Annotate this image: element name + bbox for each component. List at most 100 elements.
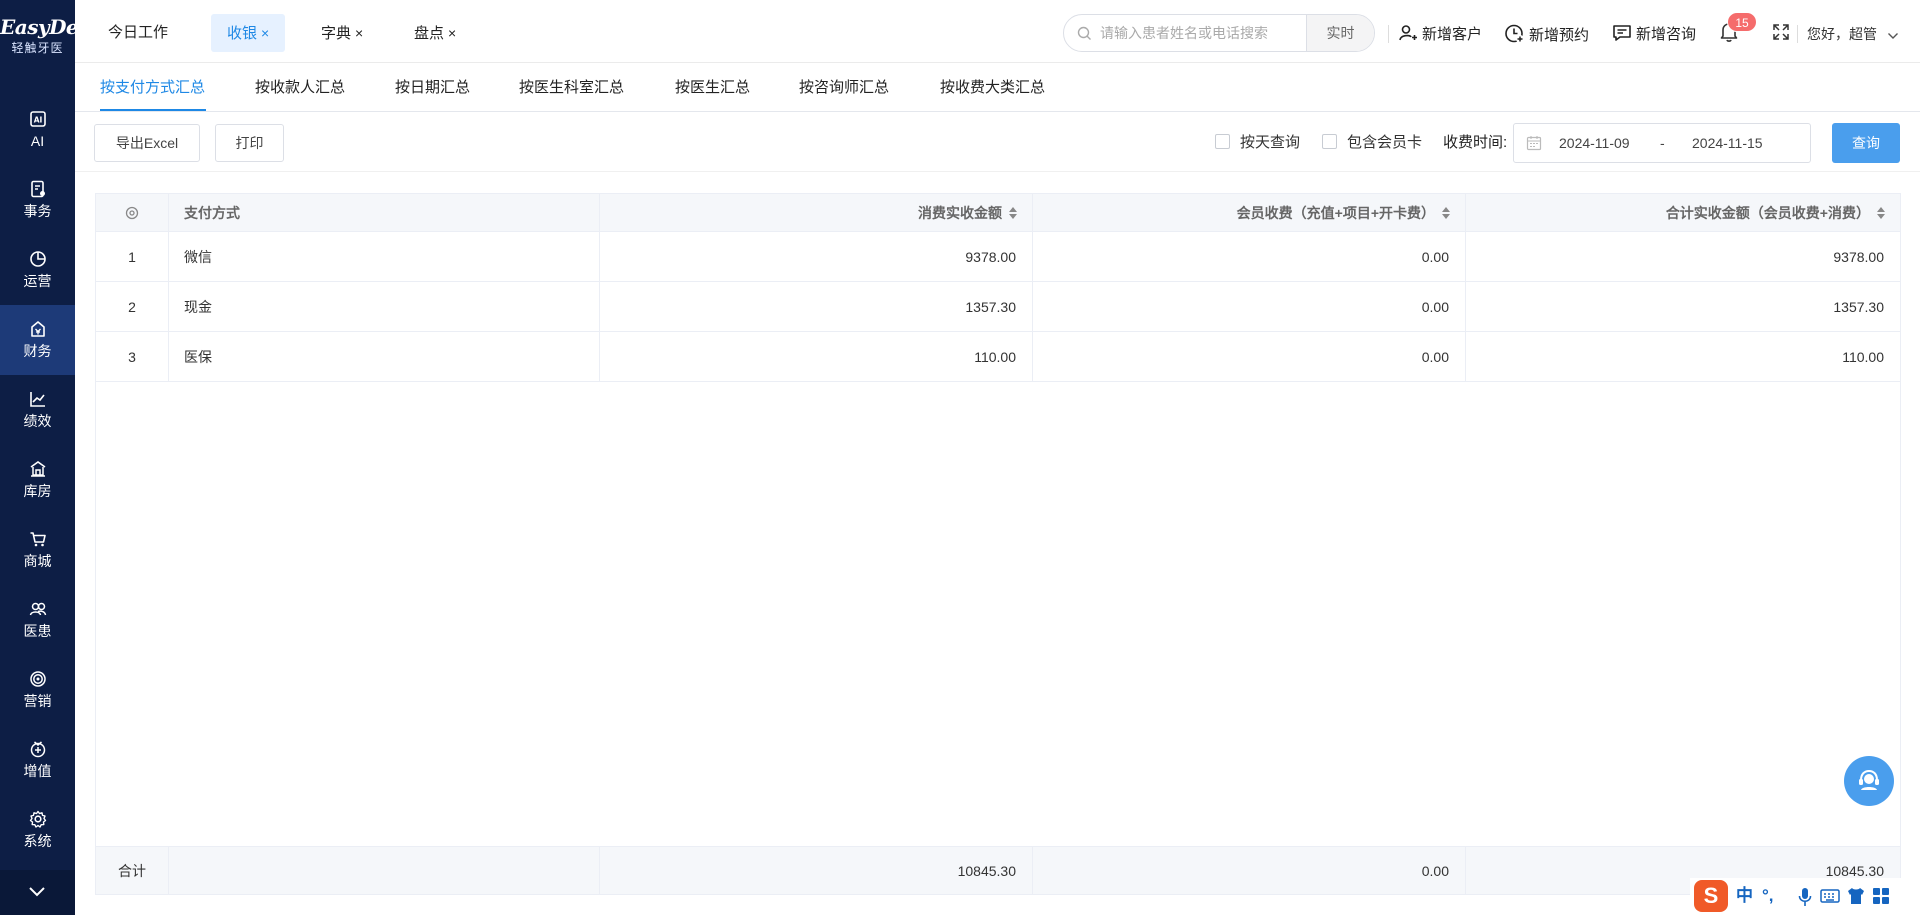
checkbox-box[interactable] [1322,134,1337,149]
sidebar-item-label: 营销 [23,693,52,709]
close-icon[interactable]: × [261,25,269,41]
consume-amount-cell: 110.00 [600,332,1033,381]
payment-method: 微信 [184,248,212,265]
table-footer-row: 合计 10845.30 0.00 10845.30 [96,846,1900,894]
date-range-picker[interactable]: 2024-11-09 - 2024-11-15 [1513,123,1811,163]
table-row[interactable]: 1 微信 9378.00 0.00 9378.00 [96,232,1900,282]
include-member-card-label: 包含会员卡 [1347,134,1423,151]
date-separator: - [1660,135,1665,151]
tab-inventory[interactable]: 盘点 × [398,14,472,52]
tab-cashier[interactable]: 收银 × [211,14,286,52]
gear-icon [29,810,46,828]
subtab-by-charge-category[interactable]: 按收费大类汇总 [940,78,1045,98]
column-settings-cell[interactable] [96,194,169,231]
search-icon [1077,26,1091,40]
sort-icon[interactable] [1008,206,1018,220]
header-consume-amount[interactable]: 消费实收金额 [600,194,1033,231]
table-row[interactable]: 3 医保 110.00 0.00 110.00 [96,332,1900,382]
sidebar-item-system[interactable]: 系统 [0,795,75,865]
footer-label-cell: 合计 [96,847,169,894]
row-index: 2 [128,298,136,315]
sidebar-item-operations[interactable]: 运营 [0,235,75,305]
header-member-charge[interactable]: 会员收费（充值+项目+开卡费） [1033,194,1466,231]
subtab-by-payment-method[interactable]: 按支付方式汇总 [100,78,205,98]
header: 今日工作 收银× 字典× 盘点× 实时 新增客户 新增预约 [75,3,1920,63]
sidebar-item-warehouse[interactable]: 库房 [0,445,75,515]
subtab-by-doctor[interactable]: 按医生汇总 [675,78,750,98]
target-icon [29,671,46,687]
export-excel-button[interactable]: 导出Excel [94,124,200,162]
customer-service-button[interactable] [1844,756,1894,806]
sort-icon[interactable] [1876,206,1886,220]
sidebar-item-label: 增值 [23,763,52,779]
member-charge-cell: 0.00 [1033,282,1466,331]
subtab-by-consultant[interactable]: 按咨询师汇总 [799,78,889,98]
ime-toolbar: S 中 °, [1690,878,1920,915]
new-customer-button[interactable]: 新增客户 [1398,23,1482,45]
search-input[interactable] [1100,15,1300,51]
sidebar-item-value-added[interactable]: 增值 [0,725,75,795]
toolbox-icon[interactable] [1872,887,1890,905]
sidebar-item-mall[interactable]: 商城 [0,515,75,585]
checkbox-box[interactable] [1215,134,1230,149]
active-tab-indicator [100,109,206,111]
settings-icon[interactable] [125,206,139,220]
tab-label: 收银 [227,25,258,42]
total-amount-cell: 9378.00 [1466,232,1900,281]
sort-icon[interactable] [1441,206,1451,220]
ime-logo[interactable]: S [1694,880,1728,912]
footer-consume: 10845.30 [957,862,1016,879]
subtab-by-date[interactable]: 按日期汇总 [395,78,470,98]
user-menu[interactable]: 您好，超管 [1807,23,1899,45]
header-total-amount[interactable]: 合计实收金额（会员收费+消费） [1466,194,1900,231]
chevron-down-icon [1887,33,1898,39]
ime-punctuation-toggle[interactable]: °, [1762,886,1774,906]
tab-today-work[interactable]: 今日工作 [92,14,184,52]
sidebar-item-patients[interactable]: 医患 [0,585,75,655]
payment-method-cell: 微信 [169,232,600,281]
divider [1797,25,1798,43]
row-index-cell: 2 [96,282,169,331]
sidebar-item-marketing[interactable]: 营销 [0,655,75,725]
footer-total: 10845.30 [1825,862,1884,879]
new-appointment-label: 新增预约 [1529,27,1590,44]
close-icon[interactable]: × [355,25,363,41]
include-member-card-checkbox[interactable]: 包含会员卡 [1322,133,1422,153]
brand-logo[interactable]: EasyDent 轻触牙医 [0,14,101,66]
sidebar-item-finance[interactable]: 财务 [0,305,75,375]
end-date[interactable]: 2024-11-15 [1692,124,1763,162]
sidebar-item-performance[interactable]: 绩效 [0,375,75,445]
new-appointment-button[interactable]: 新增预约 [1504,23,1589,45]
warehouse-icon [30,461,45,477]
tab-dictionary[interactable]: 字典 × [305,14,379,52]
payment-summary-table: 支付方式 消费实收金额 会员收费（充值+项目+开卡费） 合计实收金额（会员收费+… [95,193,1901,895]
sidebar-item-ai[interactable]: AI AI [0,95,75,165]
row-index-cell: 1 [96,232,169,281]
total-amount: 110.00 [1842,348,1884,365]
notification-badge: 15 [1727,12,1757,32]
sidebar: EasyDent 轻触牙医 AI AI 事务 运营 财务 绩效 库房 商城 医患… [0,0,101,915]
keyboard-icon[interactable] [1820,888,1840,904]
ime-language-toggle[interactable]: 中 [1736,886,1753,906]
sidebar-more-button[interactable] [0,870,75,915]
microphone-icon[interactable] [1798,887,1812,907]
close-icon[interactable]: × [448,25,456,41]
by-day-checkbox[interactable]: 按天查询 [1215,133,1300,153]
query-button[interactable]: 查询 [1832,123,1900,163]
new-consult-label: 新增咨询 [1636,26,1697,43]
chevron-down-icon [29,887,45,897]
line-chart-icon [29,392,45,407]
realtime-search-button[interactable]: 实时 [1306,15,1374,51]
sidebar-item-label: 医患 [23,623,52,639]
fullscreen-icon[interactable] [1771,22,1791,42]
people-icon [29,602,46,616]
start-date[interactable]: 2024-11-09 [1559,124,1630,162]
subtab-by-cashier[interactable]: 按收款人汇总 [255,78,345,98]
subtab-by-doctor-department[interactable]: 按医生科室汇总 [519,78,624,98]
table-row[interactable]: 2 现金 1357.30 0.00 1357.30 [96,282,1900,332]
new-consult-button[interactable]: 新增咨询 [1612,23,1696,45]
sidebar-item-affairs[interactable]: 事务 [0,165,75,235]
print-button[interactable]: 打印 [215,124,284,162]
skin-icon[interactable] [1846,887,1866,905]
finance-icon [30,321,45,337]
